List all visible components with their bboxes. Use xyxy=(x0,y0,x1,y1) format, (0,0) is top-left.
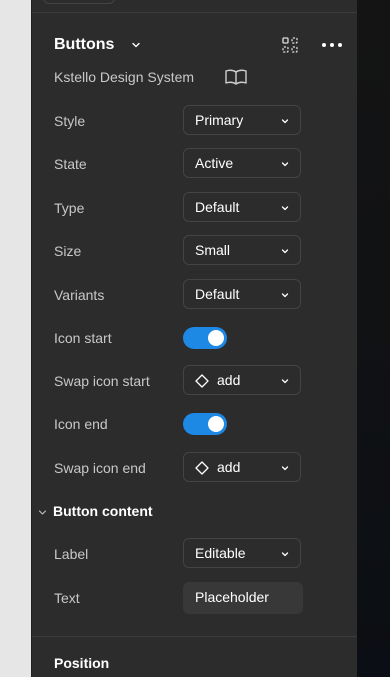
variants-select[interactable]: Default xyxy=(183,279,301,309)
canvas-background xyxy=(356,0,390,677)
icon-end-toggle[interactable] xyxy=(183,413,227,435)
property-row-style: Style Primary xyxy=(54,105,357,137)
select-value: Default xyxy=(195,199,240,215)
property-row-size: Size Small xyxy=(54,235,357,267)
chevron-down-icon xyxy=(281,293,289,298)
select-value: Editable xyxy=(195,545,246,561)
diamond-icon xyxy=(195,374,209,388)
type-select[interactable]: Default xyxy=(183,192,301,222)
style-select[interactable]: Primary xyxy=(183,105,301,135)
select-value: add xyxy=(217,459,241,475)
library-name: Kstello Design System xyxy=(54,69,195,85)
chevron-down-icon xyxy=(281,249,289,254)
divider xyxy=(32,636,357,637)
diamond-icon xyxy=(195,461,209,475)
icon-start-toggle[interactable] xyxy=(183,327,227,349)
property-row-type: Type Default xyxy=(54,192,357,224)
component-header: Buttons xyxy=(54,34,345,58)
property-label: Icon end xyxy=(54,416,108,432)
select-value: Default xyxy=(195,286,240,302)
property-label: Text xyxy=(54,590,80,606)
property-label: Type xyxy=(54,200,85,216)
divider xyxy=(32,12,357,13)
select-value: Active xyxy=(195,155,234,171)
grid-select-icon[interactable] xyxy=(281,36,299,54)
select-value: add xyxy=(217,372,241,388)
property-row-icon-end: Icon end xyxy=(54,408,357,440)
section-title-position[interactable]: Position xyxy=(54,655,109,671)
swap-icon-end-select[interactable]: add xyxy=(183,452,301,482)
property-label: Swap icon start xyxy=(54,373,150,389)
state-select[interactable]: Active xyxy=(183,148,301,178)
property-label: Style xyxy=(54,113,86,129)
chevron-down-icon xyxy=(281,206,289,211)
swap-icon-start-select[interactable]: add xyxy=(183,365,301,395)
chevron-down-icon[interactable] xyxy=(131,40,141,50)
properties-panel: Buttons Kstello Design System Style Prim… xyxy=(31,0,357,677)
chevron-down-icon xyxy=(281,466,289,471)
property-row-text: Text Placeholder xyxy=(54,582,357,614)
property-row-swap-icon-end: Swap icon end add xyxy=(54,452,357,484)
chevron-down-icon xyxy=(281,552,289,557)
select-value: Small xyxy=(195,242,231,258)
property-row-icon-start: Icon start xyxy=(54,322,357,354)
chevron-down-icon xyxy=(38,510,47,515)
book-icon[interactable] xyxy=(224,68,248,86)
property-label: Label xyxy=(54,546,89,562)
section-title: Button content xyxy=(53,503,153,519)
property-row-label: Label Editable xyxy=(54,538,357,570)
text-field[interactable]: Placeholder xyxy=(183,582,303,614)
chevron-down-icon xyxy=(281,162,289,167)
label-select[interactable]: Editable xyxy=(183,538,301,568)
chevron-down-icon xyxy=(281,379,289,384)
property-label: Swap icon end xyxy=(54,460,146,476)
previous-section-stub xyxy=(43,0,115,4)
select-value: Primary xyxy=(195,112,244,128)
property-row-swap-icon-start: Swap icon start add xyxy=(54,365,357,397)
property-label: Size xyxy=(54,243,82,259)
more-options-icon[interactable] xyxy=(321,38,343,52)
property-row-variants: Variants Default xyxy=(54,279,357,311)
property-label: Icon start xyxy=(54,330,112,346)
property-label: Variants xyxy=(54,287,105,303)
toggle-knob xyxy=(208,330,224,346)
property-label: State xyxy=(54,156,87,172)
chevron-down-icon xyxy=(281,119,289,124)
toggle-knob xyxy=(208,416,224,432)
property-row-state: State Active xyxy=(54,148,357,180)
size-select[interactable]: Small xyxy=(183,235,301,265)
component-title[interactable]: Buttons xyxy=(54,36,114,54)
text-field-value: Placeholder xyxy=(195,589,269,605)
